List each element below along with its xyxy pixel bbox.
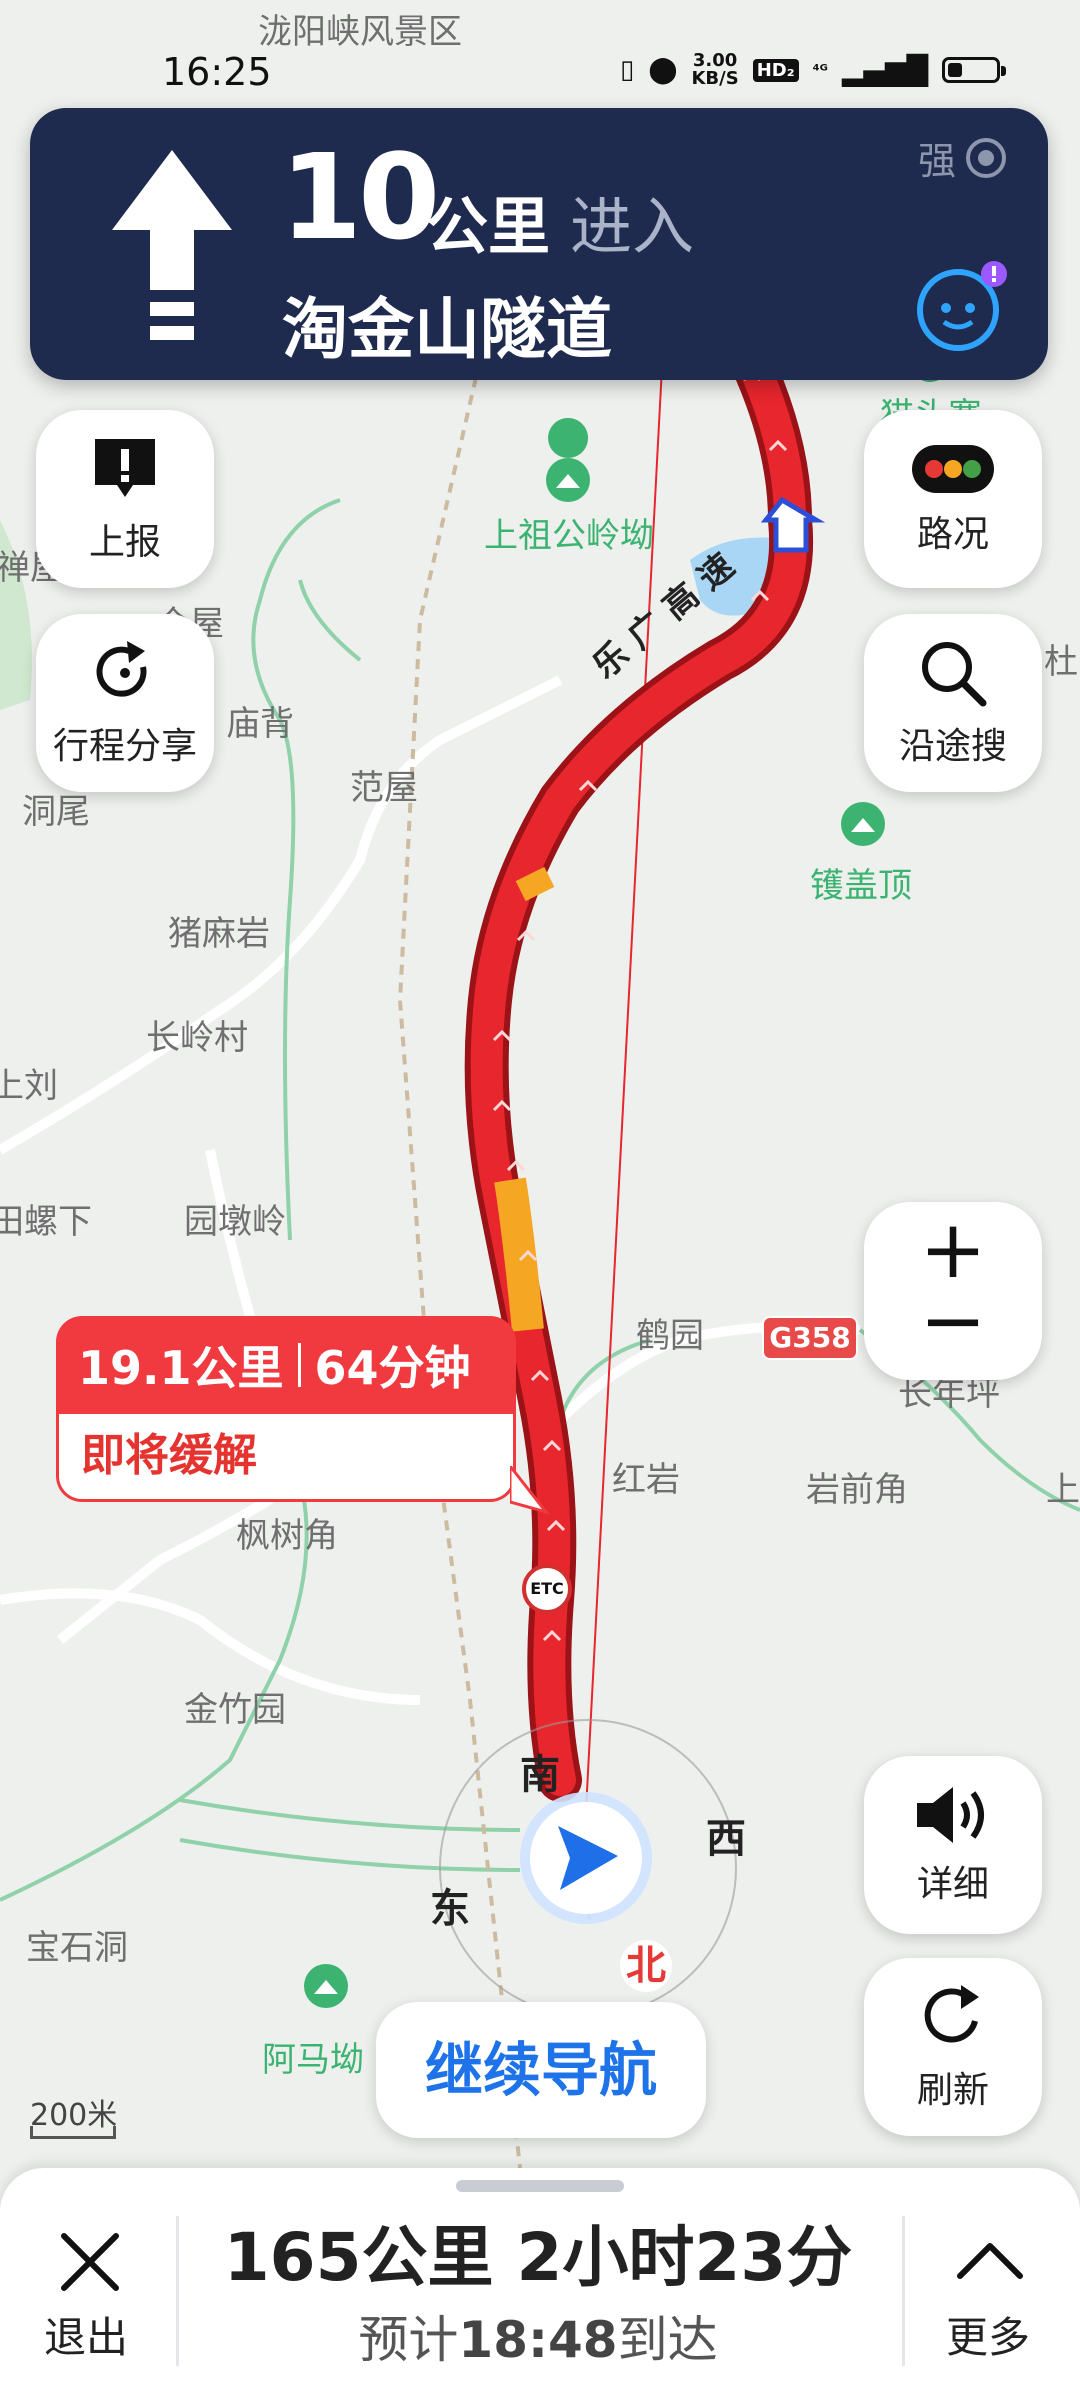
refresh-icon [924,1985,979,2043]
speaker-icon [917,1787,984,1843]
congestion-status: 即将缓解 [56,1414,516,1502]
next-road-name: 淘金山隧道 [282,291,612,368]
compass-east: 东 [430,1886,470,1932]
share-trip-label: 行程分享 [52,726,197,767]
map-scale-bar [30,2126,116,2139]
network-type: ⁴ᴳ [812,60,828,80]
report-label: 上报 [88,522,161,563]
next-turn-distance: 10 [280,128,440,266]
status-time: 16:25 [162,50,272,94]
zoom-out-button[interactable]: − [864,1281,1042,1380]
report-button[interactable]: 上报 [36,410,214,588]
bubble-tail [510,1466,550,1515]
search-along-button[interactable]: 沿途搜 [864,614,1042,792]
net-unit: KB/S [691,68,739,89]
vehicle-position-icon [520,1792,652,1924]
refresh-button[interactable]: 刷新 [864,1958,1042,2136]
gps-signal: 强 [918,130,1008,185]
map-label: 宝石洞 [26,1928,128,1968]
map-label: 杜 [1044,642,1078,682]
map-label: 上 [1046,1470,1080,1510]
more-label[interactable]: 更多 [946,2304,1030,2365]
map-label: 庙背 [226,704,294,744]
traffic-info-bubble[interactable]: 19.1公里 64分钟 即将缓解 [56,1316,550,1515]
refresh-label: 刷新 [916,2070,989,2111]
poi-label[interactable]: 镬盖顶 [810,858,912,907]
map-label: 鹤园 [636,1316,704,1356]
status-icons: ▯ ⬤ 3.00 KB/S HD₂ ⁴ᴳ ▂▄▆█ [620,52,1006,89]
search-icon [922,642,987,707]
trip-eta: 预计18:48到达 [178,2300,898,2372]
voice-assistant-icon[interactable] [914,258,1010,354]
map-label: 园墩岭 [184,1202,286,1242]
map-label: 金竹园 [184,1690,286,1730]
turn-action: 进入 [570,190,695,263]
chevron-up-icon[interactable] [950,2222,1030,2302]
map-label: 猪麻岩 [168,914,270,954]
poi-label[interactable]: 阿马坳 [262,2032,364,2081]
voice-detail-label: 详细 [916,1864,989,1905]
report-icon [95,439,155,497]
continue-navigation-button[interactable]: 继续导航 [376,2002,706,2138]
guidance-card[interactable]: 10 公里 进入 淘金山隧道 强 [30,108,1048,380]
traffic-light-icon [912,445,994,493]
eta-prefix: 预计 [358,2311,459,2369]
map-label: 枫树角 [236,1516,338,1556]
location-icon: ⬤ [648,55,678,85]
exit-label[interactable]: 退出 [44,2304,128,2365]
map-label: 范屋 [350,768,418,808]
hd-icon: HD₂ [752,58,799,82]
satellite-icon [966,137,1006,178]
trip-distance-time: 165公里 2小时23分 [223,2219,853,2296]
map-label: 长岭村 [146,1018,248,1058]
map-label: 岩前角 [806,1470,908,1510]
road-badge: G358 [762,1316,858,1360]
eta-time: 18:48 [458,2311,618,2369]
voice-detail-button[interactable]: 详细 [864,1756,1042,1934]
traffic-button[interactable]: 路况 [864,410,1042,588]
drag-handle[interactable] [456,2180,624,2192]
divider [902,2216,905,2366]
map-label: 红岩 [612,1460,680,1500]
compass-north: 北 [620,1940,672,1992]
trip-summary-panel: 退出 165公里 2小时23分 预计18:48到达 更多 [0,2168,1080,2400]
distance-unit: 公里 [426,190,551,263]
compass-west: 西 [706,1816,746,1862]
map-label: 田螺下 [0,1202,92,1242]
zoom-control: + − [864,1202,1042,1380]
close-icon[interactable] [50,2222,130,2302]
share-arrow-icon [96,641,147,697]
congestion-distance: 19.1公里 [78,1341,284,1395]
congestion-duration: 64分钟 [314,1341,471,1395]
share-trip-button[interactable]: 行程分享 [36,614,214,792]
poi-label[interactable]: 上祖公岭坳 [484,508,654,557]
gps-signal-label: 强 [917,139,956,183]
etc-badge: ETC [522,1564,572,1614]
battery-icon [942,57,1006,83]
map-label: 上刘 [0,1066,58,1106]
status-bar: 16:25 ▯ ⬤ 3.00 KB/S HD₂ ⁴ᴳ ▂▄▆█ [0,0,1080,110]
eta-suffix: 到达 [617,2311,718,2369]
search-along-label: 沿途搜 [898,726,1007,767]
signal-bars-icon: ▂▄▆█ [841,53,928,87]
traffic-label: 路况 [916,514,989,555]
straight-arrow-icon [112,150,232,340]
vibrate-icon: ▯ [620,55,635,85]
